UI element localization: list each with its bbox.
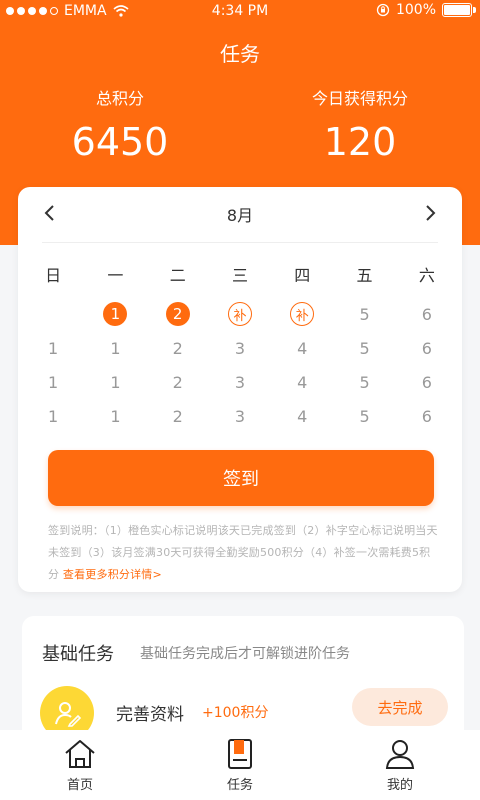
calendar-day[interactable]: 1 <box>22 399 84 433</box>
task-points: +100积分 <box>202 705 269 721</box>
weekday-sun: 日 <box>45 266 62 285</box>
calendar-day[interactable]: 1 <box>22 365 84 399</box>
weekday-thu: 四 <box>294 266 311 285</box>
signed-day-badge: 1 <box>103 302 128 326</box>
divider <box>42 242 438 243</box>
task-name: 完善资料 <box>116 705 184 725</box>
tab-home[interactable]: 首页 <box>0 730 160 800</box>
weekday-row: 日 一 二 三 四 五 六 <box>22 262 458 286</box>
user-icon <box>385 740 415 769</box>
weekday-sat: 六 <box>418 266 435 285</box>
sign-in-button[interactable]: 签到 <box>48 450 434 506</box>
status-right: 100% <box>376 2 476 18</box>
status-bar: EMMA 4:34 PM 100% <box>0 0 480 24</box>
calendar-day[interactable]: 3 <box>209 399 271 433</box>
weekday-fri: 五 <box>356 266 373 285</box>
more-points-link[interactable]: 查看更多积分详情> <box>63 568 162 581</box>
calendar-week: 1 2 补 补 5 6 <box>22 297 458 331</box>
total-points-label: 总积分 <box>95 89 144 108</box>
calendar-month: 8月 <box>226 206 254 225</box>
calendar-day[interactable]: 1 <box>84 331 146 365</box>
signed-day-badge: 2 <box>165 302 190 326</box>
tab-bar: 首页 任务 我的 <box>0 730 480 800</box>
calendar-day[interactable]: 5 <box>333 331 395 365</box>
today-points-label: 今日获得积分 <box>311 89 408 108</box>
sign-in-note: 签到说明：（1）橙色实心标记说明该天已完成签到（2）补字空心标记说明当天未签到（… <box>48 520 440 586</box>
battery-icon <box>442 3 476 17</box>
calendar-day[interactable]: 6 <box>396 331 458 365</box>
calendar-day[interactable]: 6 <box>396 365 458 399</box>
calendar-day[interactable]: 3 <box>209 365 271 399</box>
today-points-value: 120 <box>323 120 397 164</box>
tab-home-label: 首页 <box>66 778 93 793</box>
tab-tasks-label: 任务 <box>226 778 253 793</box>
calendar-week: 1 1 2 3 4 5 6 <box>22 399 458 433</box>
makeup-day-badge: 补 <box>227 302 252 326</box>
calendar-day[interactable]: 1 <box>84 297 146 331</box>
calendar-day[interactable]: 4 <box>271 331 333 365</box>
home-icon <box>65 740 95 768</box>
page-title: 任务 <box>220 42 260 66</box>
calendar-card: 8月 日 一 二 三 四 五 六 1 2 补 补 5 6 1 1 2 3 4 5 <box>18 187 462 592</box>
weekday-mon: 一 <box>107 266 124 285</box>
calendar-day[interactable]: 1 <box>84 365 146 399</box>
tab-mine-label: 我的 <box>386 778 413 793</box>
weekday-wed: 三 <box>231 266 248 285</box>
rotation-lock-icon <box>376 3 390 17</box>
calendar-day[interactable]: 5 <box>333 297 395 331</box>
calendar-day[interactable]: 3 <box>209 331 271 365</box>
complete-task-button[interactable]: 去完成 <box>352 688 448 726</box>
basic-tasks-subtitle: 基础任务完成后才可解锁进阶任务 <box>140 646 350 662</box>
calendar-day-empty <box>22 297 84 331</box>
calendar-day[interactable]: 5 <box>333 399 395 433</box>
calendar-day[interactable]: 1 <box>22 331 84 365</box>
calendar-day[interactable]: 6 <box>396 297 458 331</box>
makeup-day-badge: 补 <box>290 302 315 326</box>
calendar-grid: 1 2 补 补 5 6 1 1 2 3 4 5 6 1 1 2 3 4 5 6 … <box>22 297 458 433</box>
weekday-tue: 二 <box>169 266 186 285</box>
calendar-day[interactable]: 4 <box>271 365 333 399</box>
calendar-week: 1 1 2 3 4 5 6 <box>22 331 458 365</box>
tab-tasks[interactable]: 任务 <box>160 730 320 800</box>
battery-percent: 100% <box>395 2 436 18</box>
calendar-day[interactable]: 2 <box>147 297 209 331</box>
task-book-icon <box>228 739 252 769</box>
chevron-right-icon[interactable] <box>418 201 442 225</box>
calendar-header: 8月 <box>18 187 462 241</box>
tab-mine[interactable]: 我的 <box>320 730 480 800</box>
calendar-day[interactable]: 5 <box>333 365 395 399</box>
calendar-day[interactable]: 2 <box>147 399 209 433</box>
calendar-day[interactable]: 2 <box>147 331 209 365</box>
calendar-day[interactable]: 6 <box>396 399 458 433</box>
today-points: 今日获得积分 120 <box>240 88 480 164</box>
total-points-value: 6450 <box>71 120 169 164</box>
calendar-day[interactable]: 2 <box>147 365 209 399</box>
calendar-day[interactable]: 4 <box>271 399 333 433</box>
total-points: 总积分 6450 <box>0 88 240 164</box>
calendar-day[interactable]: 补 <box>209 297 271 331</box>
basic-tasks-title: 基础任务 <box>42 644 114 665</box>
calendar-day[interactable]: 补 <box>271 297 333 331</box>
calendar-day[interactable]: 1 <box>84 399 146 433</box>
calendar-week: 1 1 2 3 4 5 6 <box>22 365 458 399</box>
